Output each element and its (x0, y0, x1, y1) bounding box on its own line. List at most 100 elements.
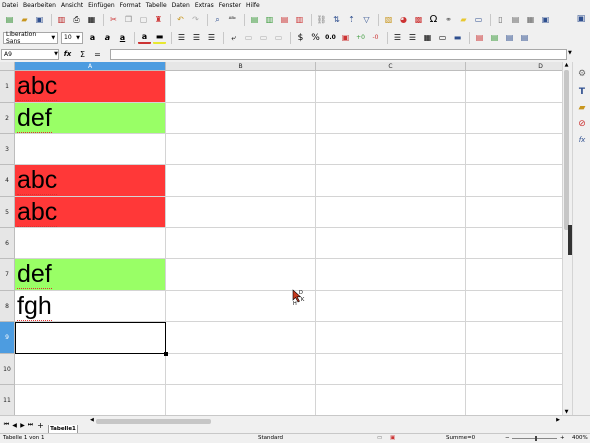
scroll-up-icon[interactable]: ▲ (563, 62, 570, 68)
show-draw-functions-icon[interactable]: ▣ (539, 13, 552, 26)
formula-input[interactable] (110, 49, 567, 60)
row-icon[interactable]: ▤ (248, 13, 261, 26)
column-header-b[interactable]: B (166, 62, 316, 71)
scroll-right-icon[interactable]: ▶ (556, 417, 560, 423)
font-name-combo[interactable]: Liberation Sans ▼ (3, 31, 58, 45)
sum-display[interactable]: Summe=0 (446, 435, 475, 441)
italic-icon[interactable]: a (101, 31, 114, 44)
export-pdf-icon[interactable]: ▥ (55, 13, 68, 26)
date-format-icon[interactable]: ▣ (339, 31, 352, 44)
open-folder-icon[interactable]: ▰ (18, 13, 31, 26)
function-wizard-icon[interactable]: fx (61, 48, 74, 60)
zoom-level[interactable]: 400% (572, 435, 588, 441)
delete-decimal-icon[interactable]: -0 (369, 31, 382, 44)
new-document-icon[interactable]: ▤ (3, 13, 16, 26)
function-icon[interactable]: = (91, 48, 104, 60)
merge-cells-icon[interactable]: ⛓ (315, 13, 328, 26)
merge-center-icon[interactable]: ▭ (242, 31, 255, 44)
align-right-icon[interactable]: ☰ (205, 31, 218, 44)
spelling-icon[interactable]: ᴬᴮᶜ (226, 13, 239, 26)
define-print-area-icon[interactable]: ▯ (494, 13, 507, 26)
row-header-8[interactable]: 8 (0, 291, 15, 322)
spreadsheet-grid[interactable]: A B C D 1 2 3 4 5 6 7 8 9 10 11 abc def … (0, 62, 562, 415)
cell-a5[interactable]: abc (15, 197, 165, 227)
row-header-2[interactable]: 2 (0, 103, 15, 134)
increase-indent-icon[interactable]: ☰ (391, 31, 404, 44)
column-header-c[interactable]: C (316, 62, 466, 71)
header-footer-icon[interactable]: ▭ (472, 13, 485, 26)
column-header-a[interactable]: A (15, 62, 166, 71)
menu-window[interactable]: Fenster (219, 2, 241, 9)
zoom-slider-thumb[interactable] (535, 436, 537, 441)
border-style-icon[interactable]: ▭ (436, 31, 449, 44)
currency-format-icon[interactable]: $ (294, 31, 307, 44)
hyperlink-icon[interactable]: ⚭ (442, 13, 455, 26)
split-window-icon[interactable]: ▦ (524, 13, 537, 26)
chevron-down-icon[interactable]: ▼ (54, 51, 58, 57)
row-header-1[interactable]: 1 (0, 71, 15, 103)
first-sheet-icon[interactable]: ⏮ (3, 421, 10, 429)
sidebar-functions-icon[interactable]: fx (576, 134, 588, 146)
row-header-3[interactable]: 3 (0, 134, 15, 165)
sidebar-gallery-icon[interactable]: ▰ (576, 102, 588, 114)
column-icon[interactable]: ▥ (263, 13, 276, 26)
horizontal-scroll-thumb[interactable] (96, 419, 211, 424)
font-color-icon[interactable]: a (138, 31, 151, 44)
menu-edit[interactable]: Bearbeiten (23, 2, 56, 9)
add-sheet-icon[interactable]: + (37, 421, 44, 430)
previous-sheet-icon[interactable]: ◀ (11, 421, 18, 429)
clone-formatting-icon[interactable]: ♜ (152, 13, 165, 26)
image-icon[interactable]: ▧ (382, 13, 395, 26)
delete-row-icon[interactable]: ▤ (278, 13, 291, 26)
row-header-5[interactable]: 5 (0, 197, 15, 228)
align-top-icon[interactable]: ▭ (257, 31, 270, 44)
underline-icon[interactable]: a (116, 31, 129, 44)
menu-insert[interactable]: Einfügen (88, 2, 114, 9)
bold-icon[interactable]: a (86, 31, 99, 44)
scroll-left-icon[interactable]: ◀ (90, 417, 94, 423)
chevron-down-icon[interactable]: ▼ (50, 35, 57, 41)
border-color-icon[interactable]: ▬ (451, 31, 464, 44)
zoom-in-icon[interactable]: + (560, 435, 565, 441)
find-replace-icon[interactable]: ⌕ (211, 13, 224, 26)
copy-icon[interactable]: ❐ (122, 13, 135, 26)
cell-a1[interactable]: abc (15, 71, 165, 102)
cell-a4[interactable]: abc (15, 165, 165, 196)
cell-cursor[interactable] (15, 322, 168, 356)
data-bar-icon[interactable]: ▤ (503, 31, 516, 44)
row-header-4[interactable]: 4 (0, 165, 15, 197)
menu-tools[interactable]: Extras (195, 2, 214, 9)
select-all-corner[interactable] (0, 62, 15, 71)
borders-icon[interactable]: ▦ (421, 31, 434, 44)
sidebar-navigator-icon[interactable]: ⊘ (576, 118, 588, 130)
sum-icon[interactable]: Σ (76, 48, 89, 60)
vertical-scroll-thumb[interactable] (564, 70, 569, 230)
freeze-rows-icon[interactable]: ▤ (509, 13, 522, 26)
menu-table[interactable]: Tabelle (146, 2, 167, 9)
page-style[interactable]: Standard (258, 435, 283, 441)
sidebar-settings-icon[interactable]: ⚙ (576, 68, 588, 80)
cell-a2[interactable]: def (15, 103, 165, 133)
pivot-table-icon[interactable]: ▩ (412, 13, 425, 26)
row-header-10[interactable]: 10 (0, 354, 15, 385)
row-header-6[interactable]: 6 (0, 228, 15, 259)
row-header-9[interactable]: 9 (0, 322, 15, 354)
menu-file[interactable]: Datei (2, 2, 18, 9)
sort-icon[interactable]: ⇅ (330, 13, 343, 26)
print-preview-icon[interactable]: ▦ (85, 13, 98, 26)
icon-set-icon[interactable]: ▤ (518, 31, 531, 44)
delete-column-icon[interactable]: ▥ (293, 13, 306, 26)
align-left-icon[interactable]: ☰ (175, 31, 188, 44)
number-format-icon[interactable]: 0.0 (324, 31, 337, 44)
menu-help[interactable]: Hilfe (246, 2, 260, 9)
next-sheet-icon[interactable]: ▶ (19, 421, 26, 429)
redo-icon[interactable]: ↷ (189, 13, 202, 26)
cut-icon[interactable]: ✂ (107, 13, 120, 26)
menu-data[interactable]: Daten (172, 2, 190, 9)
save-icon[interactable]: ▣ (33, 13, 46, 26)
undo-icon[interactable]: ↶ (174, 13, 187, 26)
paste-icon[interactable]: ▢ (137, 13, 150, 26)
row-header-11[interactable]: 11 (0, 385, 15, 415)
chart-icon[interactable]: ◕ (397, 13, 410, 26)
highlighting-color-icon[interactable]: ▬ (153, 31, 166, 44)
